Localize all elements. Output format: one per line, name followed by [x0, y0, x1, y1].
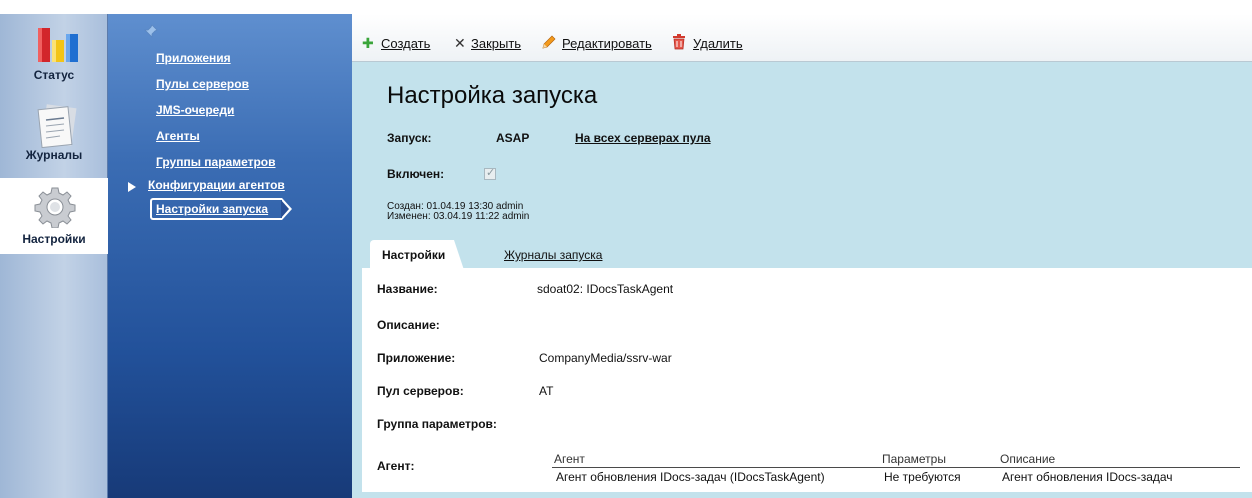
nav-item-parameter-groups[interactable]: Группы параметров — [156, 155, 276, 169]
page-title: Настройка запуска — [387, 82, 598, 109]
launch-value: ASAP — [496, 131, 530, 145]
table-cell-parameters: Не требуются — [884, 470, 961, 484]
expand-arrow-icon — [128, 182, 136, 192]
gear-icon — [34, 187, 76, 228]
close-button[interactable]: Закрыть — [471, 36, 521, 51]
enabled-checkbox — [484, 166, 496, 180]
trash-icon — [673, 34, 685, 50]
nav-item-launch-settings[interactable]: Настройки запуска — [150, 198, 292, 220]
tab-settings[interactable]: Настройки — [370, 240, 464, 270]
pin-icon[interactable] — [144, 24, 158, 38]
rail-label-status: Статус — [33, 68, 75, 82]
nav-item-applications[interactable]: Приложения — [156, 51, 231, 65]
close-icon: ✕ — [454, 35, 466, 51]
server-pool-label: Пул серверов: — [377, 384, 464, 398]
plus-icon: ✚ — [362, 35, 374, 51]
name-value: sdoat02: IDocsTaskAgent — [537, 282, 674, 296]
enabled-label: Включен: — [387, 167, 445, 181]
main-panel: ✚ Создать ✕ Закрыть Редактировать Удалит… — [352, 14, 1252, 498]
rail-label-settings: Настройки — [22, 232, 86, 246]
rail-label-journals: Журналы — [25, 148, 83, 162]
application-value: CompanyMedia/ssrv-war — [539, 351, 672, 365]
table-cell-agent: Агент обновления IDocs-задач (IDocsTaskA… — [556, 470, 825, 484]
nav-item-agent-configs[interactable]: Конфигурации агентов — [148, 178, 285, 192]
create-button[interactable]: Создать — [381, 36, 430, 51]
nav-item-jms-queues[interactable]: JMS-очереди — [156, 103, 234, 117]
icon-rail: Статус Журналы Настройки — [0, 14, 124, 498]
nav-panel: Приложения Пулы серверов JMS-очереди Аге… — [108, 14, 352, 498]
rail-item-status[interactable]: Статус — [0, 16, 108, 92]
launch-scope-link[interactable]: На всех серверах пула — [575, 131, 711, 145]
column-header-parameters: Параметры — [882, 452, 946, 466]
edit-button[interactable]: Редактировать — [562, 36, 652, 51]
tab-launch-journals[interactable]: Журналы запуска — [504, 248, 602, 262]
rail-item-settings[interactable]: Настройки — [0, 178, 124, 254]
pencil-icon — [542, 35, 556, 49]
server-pool-value: AT — [539, 384, 554, 398]
name-label: Название: — [377, 282, 438, 296]
application-label: Приложение: — [377, 351, 456, 365]
document-icon — [37, 104, 77, 148]
table-cell-description: Агент обновления IDocs-задач — [1002, 470, 1173, 484]
top-strip — [0, 0, 1252, 14]
bar-chart-icon — [38, 28, 78, 62]
delete-button[interactable]: Удалить — [693, 36, 743, 51]
toolbar: ✚ Создать ✕ Закрыть Редактировать Удалит… — [352, 14, 1252, 62]
nav-item-server-pools[interactable]: Пулы серверов — [156, 77, 249, 91]
description-label: Описание: — [377, 318, 440, 332]
settings-form: Название: sdoat02: IDocsTaskAgent Описан… — [362, 268, 1252, 492]
launch-label: Запуск: — [387, 131, 432, 145]
modified-info: Изменен: 03.04.19 11:22 admin — [387, 211, 530, 222]
nav-item-launch-settings-label: Настройки запуска — [156, 202, 269, 216]
table-divider — [552, 467, 1240, 468]
column-header-agent: Агент — [554, 452, 585, 466]
parameter-group-label: Группа параметров: — [377, 417, 497, 431]
agent-label: Агент: — [377, 459, 415, 473]
column-header-description: Описание — [1000, 452, 1056, 466]
tab-settings-label: Настройки — [382, 248, 446, 262]
nav-item-agents[interactable]: Агенты — [156, 129, 200, 143]
rail-item-journals[interactable]: Журналы — [0, 100, 108, 176]
